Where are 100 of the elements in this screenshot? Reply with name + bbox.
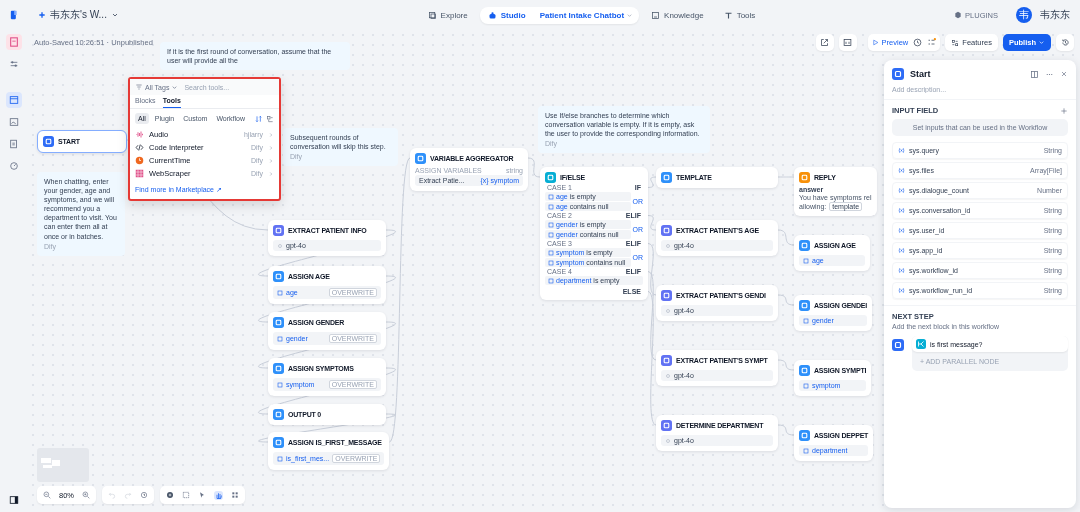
play-icon: [871, 39, 879, 46]
variable-icon: [277, 455, 283, 462]
sliders-icon[interactable]: [9, 59, 19, 69]
model-icon: [665, 437, 671, 444]
model-icon: [665, 372, 671, 379]
node-icon: [273, 224, 284, 236]
logo-icon: [10, 9, 20, 21]
zoom-in-icon[interactable]: [82, 491, 90, 499]
cube-icon: [954, 11, 963, 19]
app-selector[interactable]: Patient Intake Chatbot: [533, 6, 627, 24]
export-icon: [820, 38, 830, 47]
history-icon[interactable]: [140, 491, 148, 499]
node-icon: [799, 429, 810, 441]
variable-icon: [898, 167, 905, 174]
panel-icon: [843, 38, 853, 47]
node-icon: [661, 224, 672, 236]
zoom-out-icon[interactable]: [43, 491, 51, 499]
image-icon[interactable]: [9, 117, 19, 127]
chevron-down-icon: [110, 11, 119, 19]
variable-icon: [803, 447, 809, 454]
nav-tab[interactable]: Knowledge: [643, 6, 712, 24]
workspace-name[interactable]: 韦东东's W...: [50, 8, 107, 22]
nav-tab[interactable]: Tools: [715, 6, 764, 24]
panel-title: Start: [910, 69, 931, 79]
user-name[interactable]: 韦东东: [1040, 8, 1070, 22]
node-icon: [661, 419, 672, 431]
node-icon: [799, 364, 810, 376]
clock-icon: [135, 156, 144, 165]
variable-icon: [898, 267, 905, 274]
start-node-icon: [892, 339, 904, 351]
split-view-icon[interactable]: [1030, 69, 1039, 79]
checklist-icon[interactable]: [927, 38, 937, 47]
node-icon: [273, 270, 284, 282]
start-node-icon: [892, 68, 904, 80]
orchestrate-icon[interactable]: [9, 37, 19, 47]
layout-icon[interactable]: [231, 491, 239, 499]
nav-tab[interactable]: Explore: [419, 6, 476, 24]
gauge-icon[interactable]: [9, 161, 19, 171]
app-icon: [38, 11, 46, 19]
close-icon[interactable]: [1060, 70, 1068, 78]
model-icon: [665, 242, 671, 249]
grid-icon: [135, 169, 144, 178]
add-icon[interactable]: [1060, 106, 1068, 115]
note-icon[interactable]: [182, 491, 190, 499]
connector-line: [647, 176, 657, 188]
chevron-down-icon[interactable]: [626, 11, 634, 19]
model-icon: [277, 242, 283, 249]
view-icon[interactable]: [266, 114, 274, 123]
nav-icon: [487, 10, 497, 20]
connector-line: [647, 215, 657, 231]
variable-icon: [898, 147, 905, 154]
variable-icon: [277, 381, 283, 388]
connector-line: [777, 424, 795, 436]
variable-icon: [898, 247, 905, 254]
nav-icon: [427, 10, 437, 20]
node-icon: [661, 289, 672, 301]
variable-icon: [898, 207, 905, 214]
chevron-down-icon: [171, 83, 179, 91]
nav-icon: [651, 10, 661, 20]
document-icon[interactable]: [9, 139, 19, 149]
node-icon: [799, 171, 810, 183]
hand-icon[interactable]: [214, 490, 223, 500]
audio-wave-icon: [135, 130, 144, 139]
node-icon: [799, 299, 810, 311]
filter-icon: [135, 83, 143, 91]
user-avatar[interactable]: 韦: [1016, 7, 1032, 23]
node-icon: [415, 152, 426, 164]
features-icon: [951, 38, 960, 47]
connector-line: [527, 157, 541, 178]
connector-line: [777, 229, 795, 246]
node-icon: [273, 436, 284, 448]
history-icon: [1060, 38, 1070, 47]
node-icon: [545, 171, 556, 183]
variable-icon: [277, 335, 283, 342]
variable-icon: [548, 277, 554, 284]
node-icon: [661, 354, 672, 366]
variable-icon: [803, 317, 809, 324]
variable-icon: [277, 289, 283, 296]
history-icon[interactable]: [913, 38, 923, 47]
nav-icon: [723, 10, 733, 20]
sort-icon[interactable]: [255, 114, 263, 123]
window-icon[interactable]: [9, 95, 19, 105]
connector-line: [777, 294, 795, 306]
node-icon: [661, 171, 672, 183]
node-icon: [273, 316, 284, 328]
node-icon: [799, 239, 810, 251]
node-icon: [273, 362, 284, 374]
history-button[interactable]: [1056, 34, 1074, 51]
pointer-icon[interactable]: [198, 491, 206, 499]
model-icon: [665, 307, 671, 314]
sidebar-toggle-icon[interactable]: [9, 495, 19, 505]
variable-icon: [803, 382, 809, 389]
nav-tab[interactable]: Studio: [479, 6, 534, 24]
variable-icon: [898, 287, 905, 294]
node-icon: [273, 408, 284, 420]
variable-icon: [898, 187, 905, 194]
code-icon: [135, 143, 144, 152]
branch-icon: [916, 339, 926, 349]
variable-icon: [898, 227, 905, 234]
add-node-icon[interactable]: [166, 491, 174, 499]
